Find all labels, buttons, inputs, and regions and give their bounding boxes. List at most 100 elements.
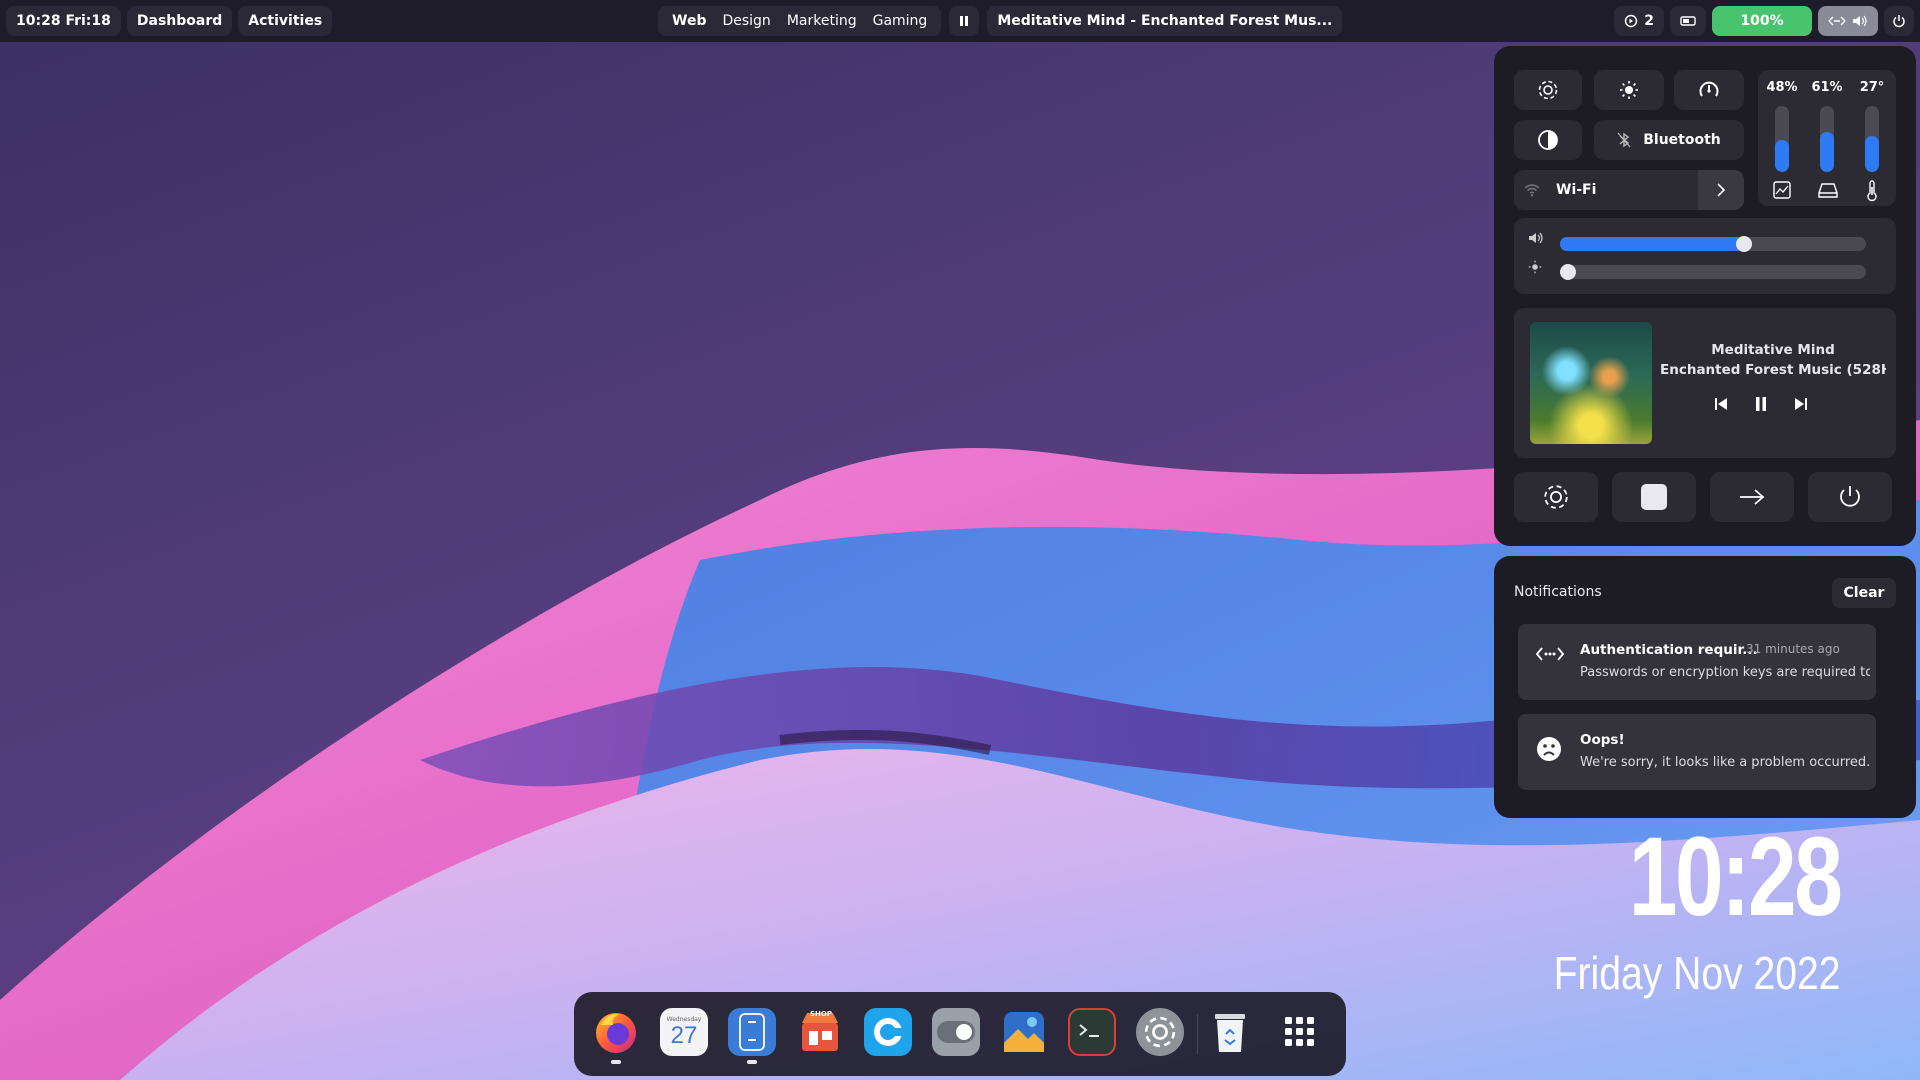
cpu-value: 48% — [1766, 80, 1798, 95]
system-settings-button[interactable] — [1514, 472, 1598, 522]
dashboard-button[interactable]: Dashboard — [126, 6, 233, 36]
dock: Wednesday 27 SHOP — [574, 992, 1346, 1076]
bluetooth-toggle[interactable]: Bluetooth — [1594, 120, 1744, 160]
settings-toggle-button[interactable] — [1514, 70, 1582, 110]
clear-notifications-button[interactable]: Clear — [1832, 578, 1896, 608]
next-track-icon[interactable] — [1794, 397, 1808, 411]
sliders-card — [1514, 218, 1896, 294]
workspace-gaming[interactable]: Gaming — [873, 13, 928, 29]
desktop-clock-date: Friday Nov 2022 — [1553, 947, 1840, 999]
album-art — [1530, 322, 1652, 444]
shop-sign: SHOP — [810, 1010, 832, 1018]
battery-indicator[interactable]: 100% — [1712, 6, 1812, 36]
screen-record-button[interactable] — [1670, 6, 1706, 36]
power-icon — [1893, 15, 1905, 28]
image-viewer-icon — [1004, 1012, 1044, 1052]
dark-mode-button[interactable] — [1514, 120, 1582, 160]
terminal-icon — [1079, 1024, 1099, 1037]
notification-clock-icon — [1625, 14, 1638, 28]
toggle-app-icon — [937, 1021, 975, 1043]
volume-slider-knob[interactable] — [1735, 236, 1752, 252]
brightness-icon — [1620, 81, 1638, 99]
app-grid-button[interactable] — [1276, 1008, 1324, 1056]
calendar-day: 27 — [670, 1021, 698, 1049]
night-light-button[interactable] — [1594, 70, 1664, 110]
files-launcher[interactable] — [728, 1008, 776, 1056]
notification-title: Oops! — [1580, 732, 1625, 748]
power-icon — [1840, 486, 1860, 507]
calendar-launcher[interactable]: Wednesday 27 — [660, 1008, 708, 1056]
cpu-chart-icon — [1773, 181, 1791, 199]
temperature-monitor: 27° — [1852, 80, 1892, 202]
disk-drive-icon — [1818, 183, 1838, 198]
chevron-right-icon — [1717, 183, 1726, 197]
workspace-web[interactable]: Web — [672, 13, 706, 29]
settings-icon — [1144, 1016, 1176, 1048]
notification-body: We're sorry, it looks like a problem occ… — [1580, 755, 1870, 770]
browser-launcher[interactable] — [864, 1008, 912, 1056]
image-viewer-launcher[interactable] — [1000, 1008, 1048, 1056]
power-off-button[interactable] — [1808, 472, 1892, 522]
notification-card[interactable]: Oops! We're sorry, it looks like a probl… — [1518, 714, 1876, 790]
pause-icon — [960, 16, 969, 26]
thermometer-icon — [1867, 180, 1877, 202]
contrast-icon — [1538, 130, 1558, 150]
temperature-bar-fill — [1865, 135, 1879, 172]
media-title-text: Meditative Mind - Enchanted Forest Mus..… — [997, 13, 1333, 29]
files-icon — [739, 1013, 765, 1051]
power-menu-button[interactable] — [1884, 6, 1914, 36]
trash-launcher[interactable] — [1206, 1008, 1254, 1056]
network-wired-icon — [1828, 16, 1846, 26]
pause-icon[interactable] — [1754, 396, 1768, 412]
brightness-slider[interactable] — [1560, 264, 1866, 280]
notification-card[interactable]: Authentication requir... 31 minutes ago … — [1518, 624, 1876, 700]
temperature-value: 27° — [1859, 80, 1885, 95]
notification-body: Passwords or encryption keys are require… — [1580, 665, 1870, 680]
battery-text: 100% — [1740, 13, 1784, 29]
settings-launcher[interactable] — [1136, 1008, 1184, 1056]
workspace-marketing[interactable]: Marketing — [787, 13, 857, 29]
lock-screen-button[interactable] — [1612, 472, 1696, 522]
network-auth-icon — [1536, 647, 1564, 661]
cpu-bar — [1775, 106, 1789, 172]
volume-slider[interactable] — [1560, 236, 1866, 252]
workspace-switcher: Web Design Marketing Gaming — [658, 6, 942, 36]
quick-settings-panel: Bluetooth Wi-Fi 48% 61% 27° Meditative M… — [1494, 46, 1916, 546]
toggle-app-launcher[interactable] — [932, 1008, 980, 1056]
square-icon — [1641, 484, 1667, 510]
notification-indicator[interactable]: 2 — [1614, 6, 1664, 36]
software-shop-launcher[interactable]: SHOP — [796, 1008, 844, 1056]
notification-time: 31 minutes ago — [1746, 642, 1840, 656]
previous-track-icon[interactable] — [1714, 397, 1728, 411]
terminal-launcher[interactable] — [1068, 1008, 1116, 1056]
disk-bar-fill — [1820, 131, 1834, 172]
volume-icon — [1529, 232, 1543, 244]
notifications-panel: Notifications Clear Authentication requi… — [1494, 556, 1916, 818]
wifi-icon — [1524, 184, 1540, 197]
notifications-heading: Notifications — [1514, 584, 1602, 600]
performance-mode-button[interactable] — [1674, 70, 1744, 110]
workspace-design[interactable]: Design — [722, 13, 770, 29]
media-pause-button[interactable] — [949, 6, 980, 36]
gear-icon — [1538, 80, 1558, 100]
firefox-launcher[interactable] — [592, 1008, 640, 1056]
wifi-toggle[interactable]: Wi-Fi — [1514, 170, 1744, 210]
app-grid-icon — [1285, 1017, 1314, 1046]
brightness-icon — [1528, 260, 1542, 274]
wifi-expand-button[interactable] — [1698, 170, 1744, 210]
speedometer-icon — [1699, 81, 1719, 97]
volume-slider-fill — [1560, 237, 1744, 251]
system-status-button[interactable] — [1818, 6, 1878, 36]
topbar-clock[interactable]: 10:28 Fri:18 — [6, 6, 121, 36]
volume-row — [1528, 232, 1544, 244]
media-player-card: Meditative Mind Enchanted Forest Music (… — [1514, 308, 1896, 458]
bluetooth-disabled-icon — [1617, 132, 1631, 148]
browser-c-icon — [874, 1018, 904, 1046]
brightness-slider-knob[interactable] — [1560, 264, 1576, 280]
brightness-row — [1528, 260, 1542, 274]
clock-text: 10:28 Fri:18 — [16, 13, 111, 29]
logout-button[interactable] — [1710, 472, 1794, 522]
gear-icon — [1544, 485, 1568, 509]
activities-button[interactable]: Activities — [238, 6, 333, 36]
media-title-pill[interactable]: Meditative Mind - Enchanted Forest Mus..… — [987, 6, 1343, 36]
